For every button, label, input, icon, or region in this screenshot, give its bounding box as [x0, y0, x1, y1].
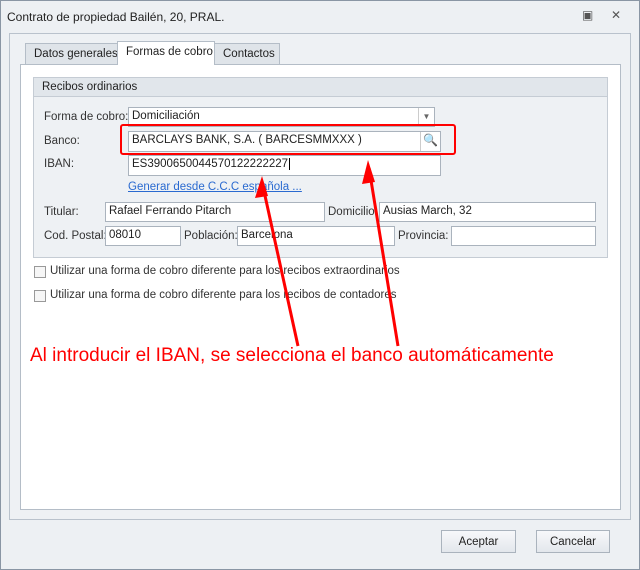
- arrow-to-banco: [367, 167, 400, 347]
- accept-button[interactable]: Aceptar: [441, 530, 516, 553]
- cancel-button[interactable]: Cancelar: [536, 530, 610, 553]
- annotation-text: Al introducir el IBAN, se selecciona el …: [30, 345, 554, 366]
- arrowhead-iban: [255, 176, 268, 198]
- tab-formas-de-cobro[interactable]: Formas de cobro: [117, 41, 215, 65]
- arrow-to-iban: [260, 181, 300, 347]
- arrowhead-banco: [362, 160, 375, 184]
- annotation-arrows: [255, 160, 400, 347]
